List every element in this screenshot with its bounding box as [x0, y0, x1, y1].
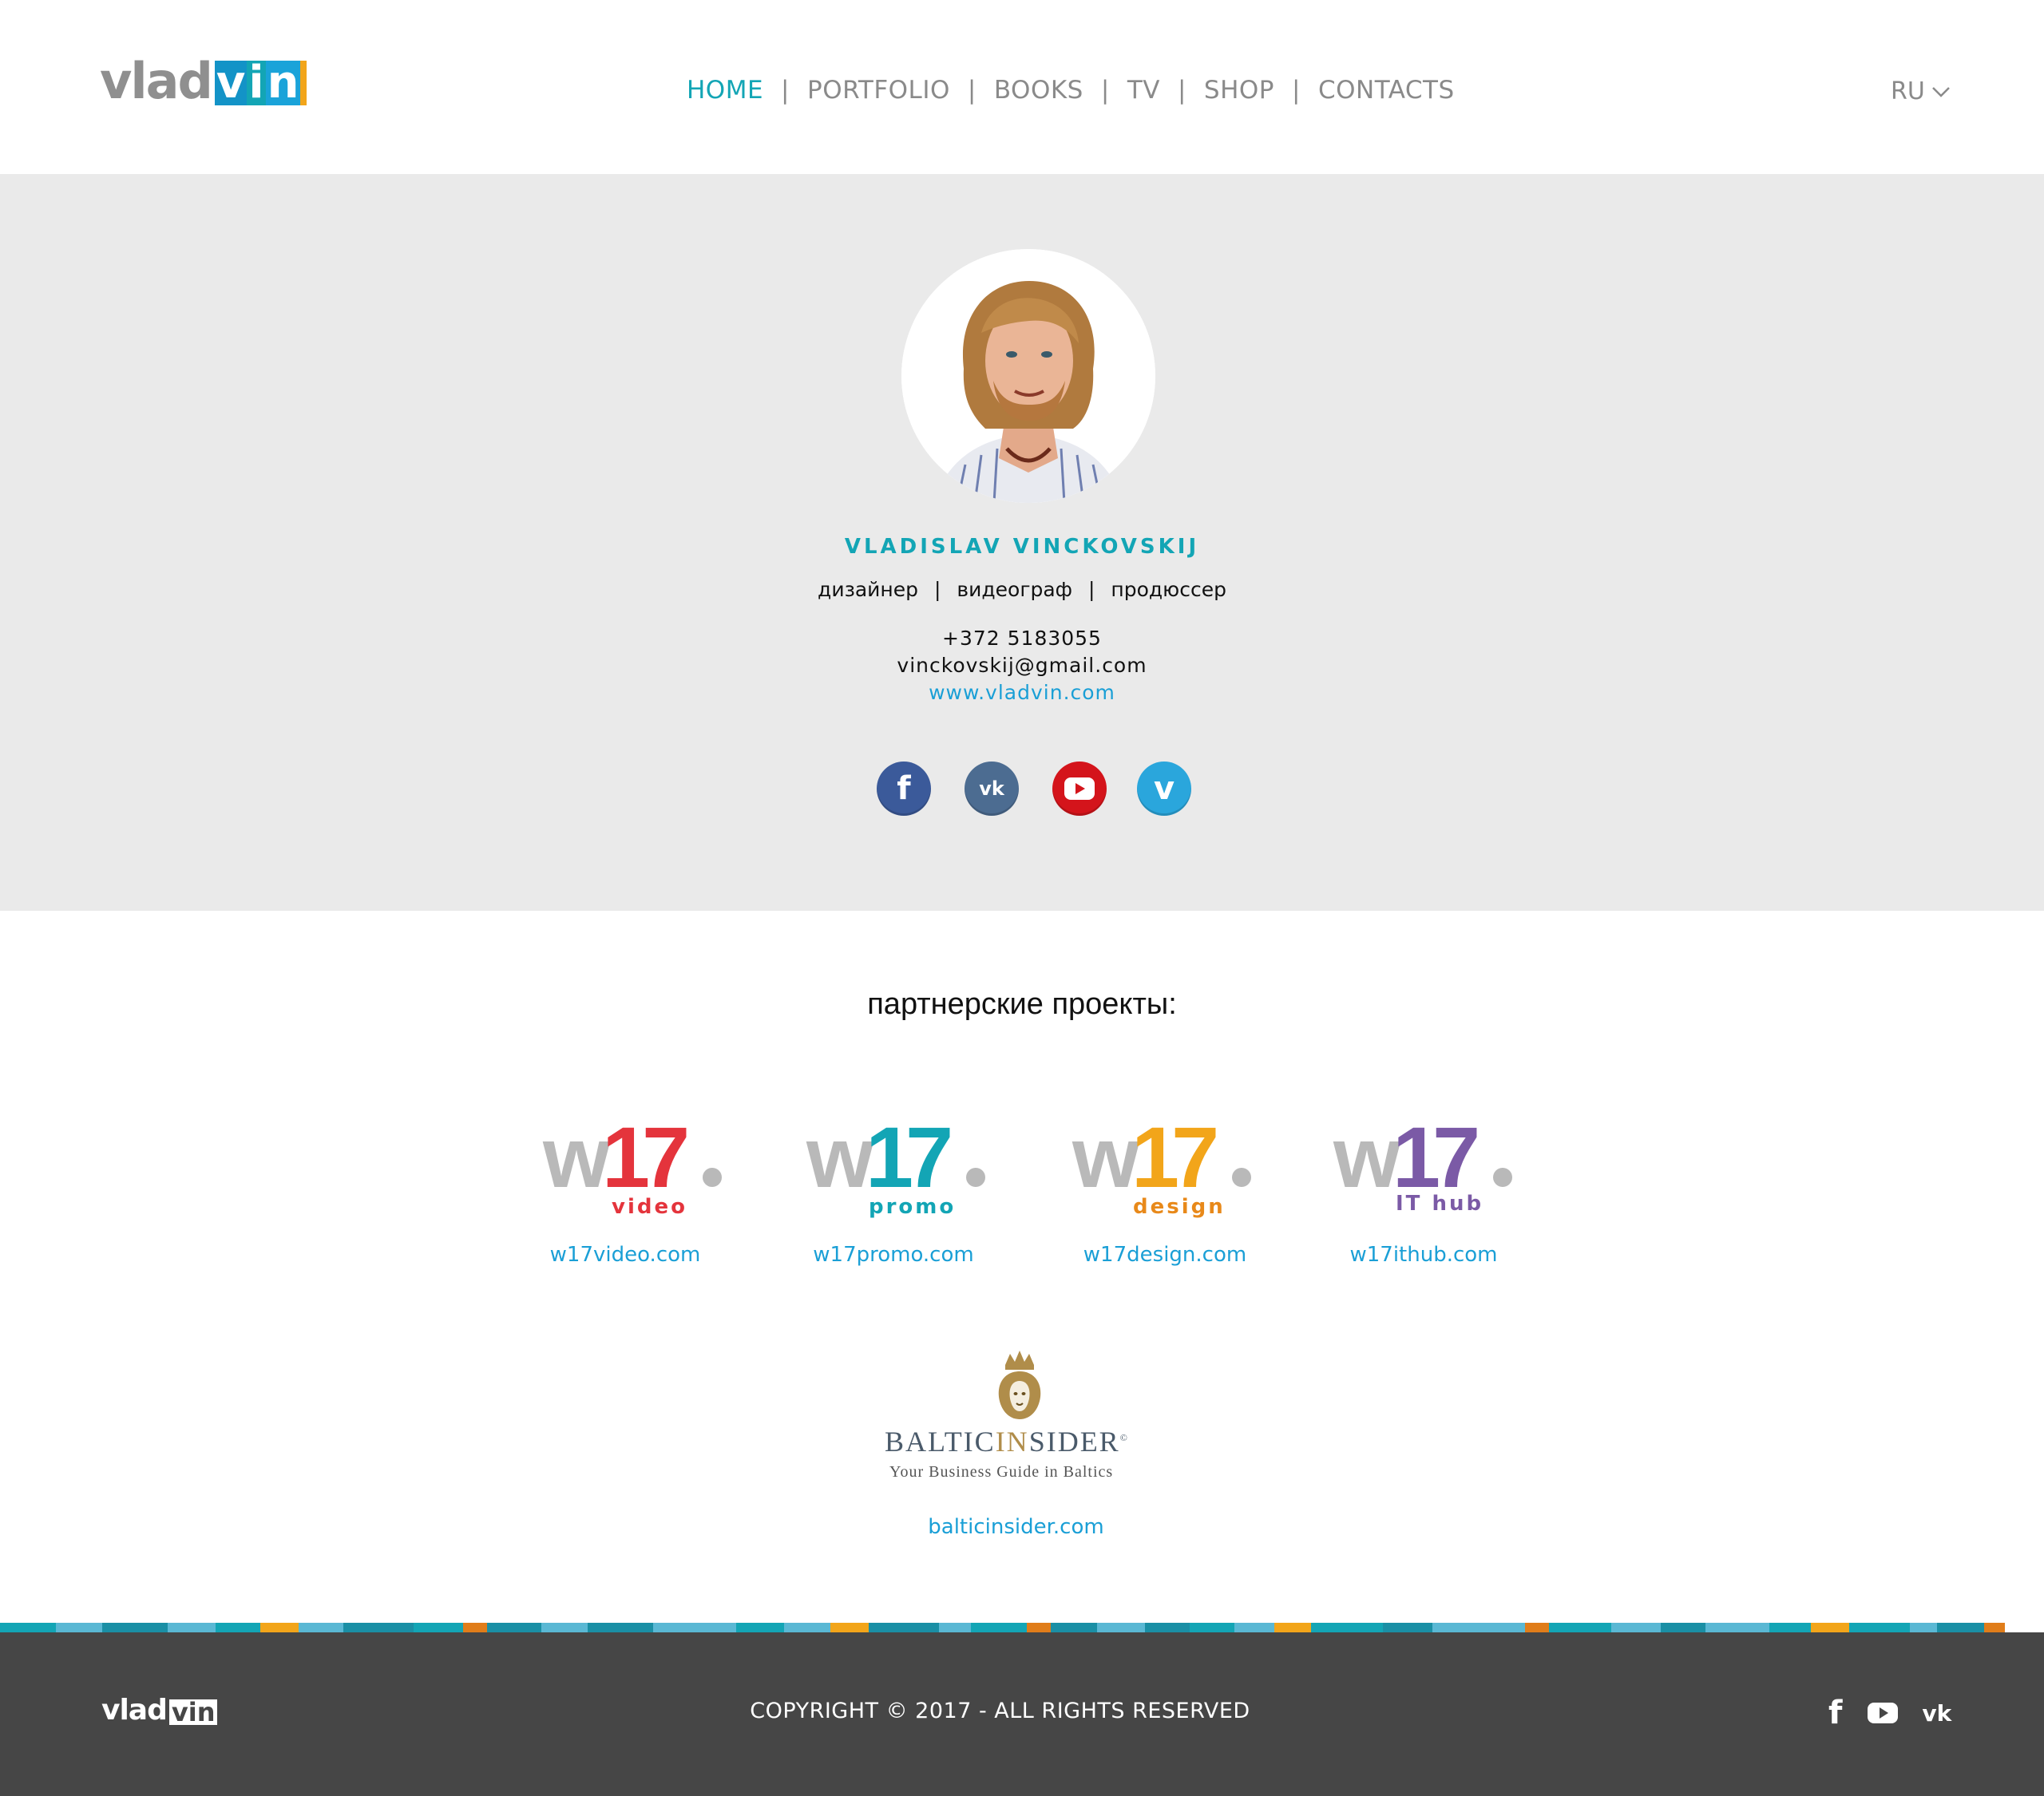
nav-contacts[interactable]: CONTACTS: [1318, 76, 1455, 105]
profile-email[interactable]: vinckovskij@gmail.com: [0, 654, 2044, 677]
nav-shop[interactable]: SHOP: [1204, 76, 1274, 105]
partner-link-w17promo[interactable]: w17promo.com: [790, 1243, 997, 1267]
nav-portfolio[interactable]: PORTFOLIO: [807, 76, 950, 105]
w17-mark: w17: [806, 1114, 953, 1201]
w17-mark-w: w: [1072, 1109, 1139, 1205]
partner-sub-label: IT hub: [1396, 1192, 1484, 1216]
language-value: RU: [1891, 77, 1925, 105]
partner-link-w17ithub[interactable]: w17ithub.com: [1320, 1243, 1527, 1267]
social-links: f vk v: [877, 762, 1191, 816]
partner-sub-label: design: [1133, 1195, 1226, 1219]
partner-link-w17design[interactable]: w17design.com: [1061, 1243, 1269, 1267]
partner-logo-w17promo[interactable]: w17 promo: [806, 1114, 990, 1225]
w17-dot: [703, 1168, 722, 1187]
youtube-icon[interactable]: [1868, 1702, 1899, 1724]
role-producer: продюссер: [1111, 578, 1226, 601]
w17-mark: w17: [1333, 1114, 1480, 1201]
footer-social-icons: f vk: [1828, 1695, 1951, 1731]
w17-mark-w: w: [1333, 1109, 1400, 1205]
language-selector[interactable]: RU: [1891, 77, 1951, 105]
role-separator: |: [933, 578, 941, 601]
partner-logo-w17ithub[interactable]: w17 IT hub: [1333, 1114, 1517, 1225]
nav-separator: |: [1292, 76, 1301, 105]
profile-photo: [901, 249, 1155, 503]
profile-roles: дизайнер | видеограф | продюссер: [0, 578, 2044, 601]
profile-name: VLADISLAV VINCKOVSKIJ: [844, 535, 1200, 559]
w17-mark-number: 17: [1131, 1109, 1219, 1205]
nav-separator: |: [967, 76, 976, 105]
facebook-icon[interactable]: f: [1828, 1695, 1842, 1731]
nav-separator: |: [781, 76, 790, 105]
partner-link-balticinsider[interactable]: balticinsider.com: [0, 1515, 2032, 1539]
lion-crown-icon: [998, 1351, 1041, 1419]
balticinsider-word-baltic: BALTIC: [885, 1426, 996, 1458]
role-videographer: видеограф: [957, 578, 1073, 601]
w17-mark: w17: [543, 1114, 690, 1201]
nav-home[interactable]: HOME: [687, 76, 763, 105]
w17-mark-number: 17: [866, 1109, 953, 1205]
balticinsider-tagline: Your Business Guide in Baltics: [889, 1463, 1114, 1481]
partner-sub-label: video: [612, 1195, 687, 1219]
site-logo[interactable]: vlad v i n: [100, 52, 307, 110]
balticinsider-reg-mark: ©: [1119, 1432, 1129, 1443]
nav-books[interactable]: BOOKS: [994, 76, 1083, 105]
logo-letter-v: v: [214, 57, 248, 109]
logo-letter-n: n: [265, 61, 307, 105]
w17-dot: [1493, 1168, 1512, 1187]
vk-icon[interactable]: vk: [1922, 1700, 1951, 1727]
profile-phone: +372 5183055: [942, 627, 1102, 650]
vimeo-icon[interactable]: v: [1137, 762, 1191, 816]
nav-tv[interactable]: TV: [1127, 76, 1160, 105]
w17-mark: w17: [1072, 1114, 1219, 1201]
logo-text-vin: v i n: [214, 57, 307, 109]
logo-text-vlad: vlad: [100, 52, 213, 110]
partner-logo-w17video[interactable]: w17 video: [543, 1114, 727, 1225]
site-footer: vlad vin COPYRIGHT © 2017 - ALL RIGHTS R…: [0, 1632, 2044, 1796]
partner-link-w17video[interactable]: w17video.com: [521, 1243, 729, 1267]
balticinsider-word-sider: SIDER: [1028, 1426, 1120, 1458]
logo-letter-i: i: [247, 57, 266, 109]
chevron-down-icon: [1931, 86, 1950, 97]
w17-mark-number: 17: [602, 1109, 690, 1205]
w17-mark-w: w: [543, 1109, 610, 1205]
partner-logo-w17design[interactable]: w17 design: [1072, 1114, 1256, 1225]
facebook-icon[interactable]: f: [877, 762, 931, 816]
footer-color-stripe: [0, 1623, 2044, 1632]
partner-logo-balticinsider[interactable]: BALTICINSIDER© Your Business Guide in Ba…: [878, 1349, 1166, 1485]
nav-separator: |: [1177, 76, 1186, 105]
youtube-icon[interactable]: [1052, 762, 1107, 816]
balticinsider-word-in: IN: [995, 1426, 1029, 1458]
profile-website-link[interactable]: www.vladvin.com: [0, 681, 2044, 704]
partners-title: партнерские проекты:: [867, 987, 1177, 1021]
w17-mark-w: w: [806, 1109, 873, 1205]
copyright-text: COPYRIGHT © 2017 - ALL RIGHTS RESERVED: [750, 1699, 1250, 1723]
balticinsider-wordmark: BALTICINSIDER©: [885, 1425, 1129, 1458]
nav-separator: |: [1100, 76, 1110, 105]
main-nav: HOME | PORTFOLIO | BOOKS | TV | SHOP | C…: [687, 76, 1455, 105]
w17-mark-number: 17: [1392, 1109, 1480, 1205]
vk-icon[interactable]: vk: [965, 762, 1019, 816]
role-separator: |: [1087, 578, 1095, 601]
w17-dot: [1232, 1168, 1251, 1187]
partner-sub-label: promo: [869, 1195, 957, 1219]
role-designer: дизайнер: [818, 578, 919, 601]
profile-section: VLADISLAV VINCKOVSKIJ дизайнер | видеогр…: [0, 174, 2044, 911]
w17-dot: [966, 1168, 985, 1187]
site-header: vlad v i n HOME | PORTFOLIO | BOOKS | TV…: [0, 0, 2044, 174]
